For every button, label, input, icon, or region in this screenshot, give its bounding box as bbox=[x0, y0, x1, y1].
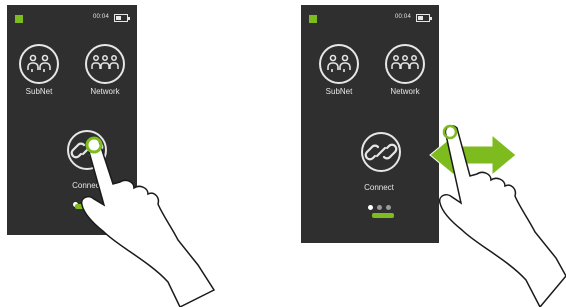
tap-hand-icon bbox=[80, 136, 216, 307]
gesture-overlay bbox=[80, 124, 566, 307]
swipe-hand-icon bbox=[429, 124, 566, 307]
